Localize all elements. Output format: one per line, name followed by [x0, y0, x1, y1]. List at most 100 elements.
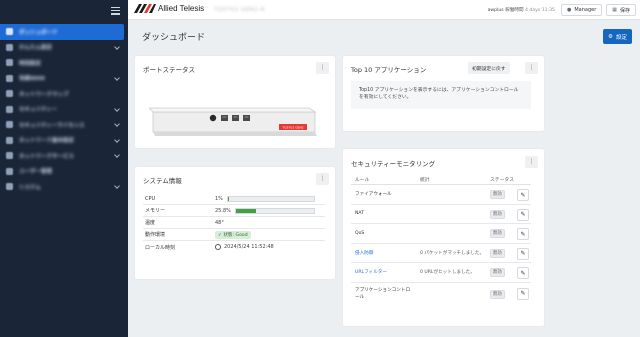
more-options-icon[interactable]: ⋮: [525, 156, 538, 168]
settings-button[interactable]: ⚙ 設定: [603, 29, 632, 44]
status-badge: 無効: [490, 190, 505, 200]
cpu-label: CPU: [145, 195, 156, 202]
local-time-text: 2024/5/24 11:52:48: [224, 244, 274, 250]
rule-app-control: アプリケーションコントロール: [355, 287, 411, 300]
sidebar-item-label: 時刻設定: [19, 60, 42, 67]
clock-icon: [215, 244, 221, 250]
rule-url-filter-link[interactable]: URLフィルター: [351, 269, 420, 275]
sidebar-nav: ダッシュボード かんたん設定 時刻設定 有線WAN ネットワークマップ セキュリ…: [0, 24, 128, 195]
edit-icon[interactable]: ✎: [517, 189, 529, 201]
chevron-down-icon: [114, 152, 120, 158]
memory-value: 25.8%: [215, 207, 315, 214]
more-options-icon[interactable]: ⋮: [316, 62, 329, 74]
top-apps-card: Top 10 アプリケーション 初期設定に戻す ⋮ Top10 アプリケーション…: [343, 56, 544, 131]
card-title: Top 10 アプリケーション: [351, 66, 427, 74]
edit-icon[interactable]: ✎: [517, 247, 529, 260]
sidebar-item-network-map[interactable]: ネットワークマップ: [0, 86, 128, 102]
chevron-down-icon: [114, 74, 120, 81]
sidebar-item-label: ダッシュボード: [19, 29, 58, 36]
port-status-card: ポートステータス ⋮ TQ5702 GEN2: [135, 56, 335, 148]
temperature-value: 48°: [215, 219, 224, 226]
environment-value: ✓ 状態: Good: [215, 230, 251, 239]
license-icon: [6, 121, 13, 129]
edit-icon[interactable]: ✎: [517, 208, 529, 221]
menu-toggle-icon[interactable]: [111, 7, 120, 15]
sidebar-item-label: 有線WAN: [19, 76, 45, 83]
table-header: ルール 統計 ステータス: [351, 175, 531, 185]
card-title: ポートステータス: [143, 66, 195, 74]
environment-label: 動作環境: [145, 232, 166, 238]
local-time-value: 2024/5/24 11:52:48: [215, 244, 274, 250]
sidebar-item-label: ネットワークマップ: [19, 91, 69, 98]
memory-percent: 25.8%: [215, 207, 231, 214]
device-illustration: TQ5702 GEN2: [149, 107, 317, 136]
cpu-usage-fill: [227, 196, 229, 201]
memory-usage-fill: [235, 208, 256, 213]
sidebar-item-users[interactable]: ユーザー管理: [0, 164, 128, 180]
sidebar-item-label: かんたん設定: [19, 45, 53, 52]
table-row: URLフィルター 0 URLがヒットしました。 無効 ✎: [351, 263, 531, 283]
card-title: システム情報: [143, 177, 182, 185]
sidebar-item-label: セキュリティー: [19, 107, 58, 114]
sidebar-item-label: ネットワークサービス: [19, 153, 75, 160]
network-icon: [6, 74, 13, 82]
gear-icon: [6, 136, 13, 144]
chevron-down-icon: [114, 121, 120, 127]
map-icon: [6, 90, 13, 98]
cpu-percent: 1%: [215, 195, 223, 202]
edit-icon[interactable]: ✎: [517, 228, 529, 240]
edit-icon[interactable]: ✎: [517, 287, 529, 300]
status-badge: 無効: [490, 289, 505, 299]
device-model-label: TQ5702 GEN2: [281, 126, 303, 130]
uptime-label: 稼働時間: [505, 8, 524, 13]
sidebar-item-security-license[interactable]: セキュリティーライセンス: [0, 117, 128, 133]
temperature-label: 温度: [145, 220, 156, 226]
table-row: アプリケーションコントロール 無効 ✎: [351, 283, 531, 305]
table-row: 侵入防御 0 パケットがマッチしました。 無効 ✎: [351, 244, 531, 263]
edit-icon[interactable]: ✎: [517, 267, 529, 279]
more-options-icon[interactable]: ⋮: [525, 62, 538, 74]
device-name: TQ5702 GEN2-R: [214, 7, 266, 13]
rule-nat: NAT: [355, 211, 365, 217]
settings-label: 設定: [615, 34, 627, 41]
table-row: ファイアウォール 無効 ✎: [351, 185, 531, 205]
shield-icon: [6, 105, 13, 113]
sidebar-item-security[interactable]: セキュリティー: [0, 102, 128, 118]
table-row: CPU 1%: [143, 193, 325, 205]
sidebar-item-label: ユーザー管理: [19, 169, 52, 176]
more-options-icon[interactable]: ⋮: [316, 173, 329, 185]
rule-qos: QoS: [355, 230, 365, 236]
sidebar-item-dashboard[interactable]: ダッシュボード: [0, 24, 124, 40]
sidebar-item-label: システム: [19, 184, 41, 191]
uptime-value: 4 days 11:35: [525, 8, 555, 13]
table-row: NAT 無効 ✎: [351, 205, 531, 224]
save-icon: ▦: [612, 7, 617, 13]
table-row: 温度 48°: [143, 217, 325, 229]
sidebar-item-system[interactable]: システム: [0, 179, 128, 195]
sidebar-item-network-services[interactable]: ネットワークサービス: [0, 148, 128, 164]
users-icon: [6, 167, 13, 175]
rule-firewall: ファイアウォール: [355, 192, 392, 198]
wand-icon: [6, 43, 13, 51]
system-icon: [6, 183, 13, 191]
status-badge: 無効: [490, 248, 505, 258]
allied-telesis-logo-icon: [134, 4, 156, 13]
column-header-stats: 統計: [420, 178, 430, 183]
sidebar-item-wan[interactable]: 有線WAN: [0, 71, 128, 87]
rule-ips-link[interactable]: 侵入防御: [351, 250, 420, 256]
sidebar-item-label: ネットワーク基本設定: [19, 138, 75, 145]
manager-label: Manager: [574, 7, 597, 13]
chevron-down-icon: [114, 43, 120, 50]
reset-defaults-button[interactable]: 初期設定に戻す: [468, 62, 510, 74]
brand-name: Allied Telesis: [158, 4, 205, 13]
column-header-status: ステータス: [490, 178, 514, 183]
sidebar-item-easy-setup[interactable]: かんたん設定: [0, 40, 128, 56]
sidebar-item-time[interactable]: 時刻設定: [0, 55, 128, 71]
manager-button[interactable]: ● Manager: [560, 4, 603, 16]
page-title: ダッシュボード: [142, 33, 206, 43]
top-apps-message: Top10 アプリケーションを表示するには、アプリケーションコントロールを有効に…: [351, 81, 531, 109]
sidebar-item-network-basic[interactable]: ネットワーク基本設定: [0, 133, 128, 149]
user-icon: ●: [566, 7, 572, 13]
cpu-value: 1%: [215, 195, 315, 202]
save-button[interactable]: ▦ 保存: [606, 4, 636, 16]
